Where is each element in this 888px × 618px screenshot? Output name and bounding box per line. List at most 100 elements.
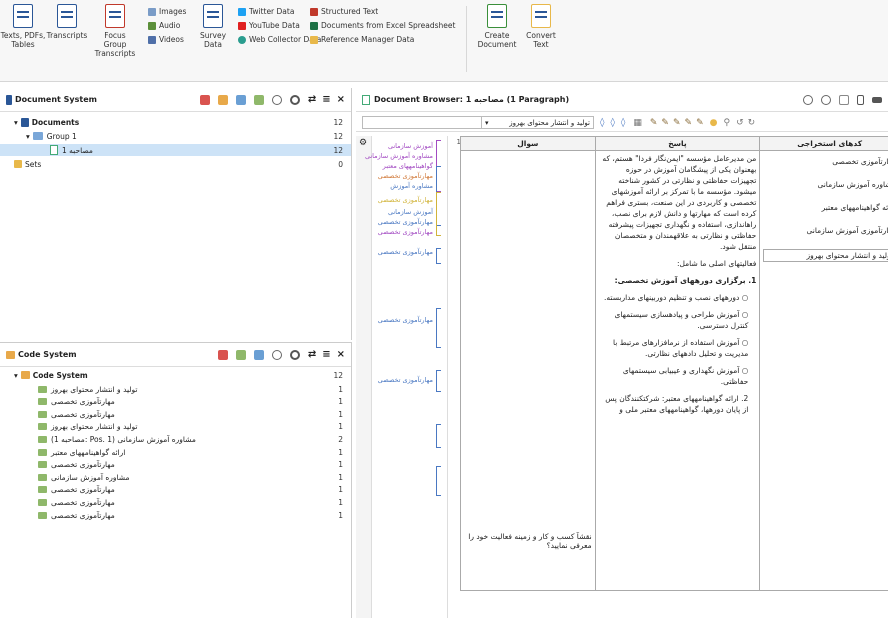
youtube-data-button[interactable]: YouTube Data: [238, 20, 300, 31]
coding-stripe[interactable]: [436, 424, 441, 448]
tree-item-group[interactable]: ▾ Group 1 12: [0, 130, 351, 142]
extracted-code-list: مهارتآموزی تخصصی مشاوره آموزش سازمانی ارائ…: [763, 153, 888, 262]
code-in-vivo-icon[interactable]: ◊: [610, 118, 614, 128]
margin-code-label[interactable]: مشاوره آموزش: [390, 182, 433, 190]
document-set-icon[interactable]: [235, 94, 246, 105]
tree-item-documents[interactable]: ▾ Documents 12: [0, 116, 351, 128]
coding-stripe[interactable]: [436, 466, 441, 496]
tree-item-sets[interactable]: Sets 0: [0, 158, 351, 170]
tree-item-interview-selected[interactable]: مصاحبه 1 12: [0, 144, 351, 156]
code-icon[interactable]: ◊: [600, 118, 604, 128]
search-icon[interactable]: [271, 349, 282, 360]
print-icon[interactable]: [839, 94, 849, 105]
close-icon[interactable]: ×: [337, 94, 345, 105]
pin-icon[interactable]: ⇄: [308, 349, 316, 360]
code-item[interactable]: تولید و انتشار محتوای بهروز 1: [0, 383, 351, 395]
menu-icon[interactable]: ≡: [322, 94, 330, 105]
code-item[interactable]: مهارتآموزی تخصصی 1: [0, 396, 351, 408]
answer-cell[interactable]: من مدیرعامل مؤسسه "ایمن‌نگار فردا" هستم،…: [594, 150, 761, 591]
reference-manager-button[interactable]: Reference Manager Data: [310, 34, 414, 45]
more-icon[interactable]: [872, 96, 882, 103]
tree-item-code-system[interactable]: ▾ Code System 12: [0, 369, 351, 381]
survey-data-button[interactable]: Survey Data: [190, 4, 236, 49]
structured-text-button[interactable]: Structured Text: [310, 6, 378, 17]
new-document-icon[interactable]: [199, 94, 210, 105]
document-system-panel: Document System ⇄ ≡ × ▾ Documents 12 ▾ G…: [0, 88, 352, 340]
transcript-icon: [57, 4, 77, 28]
document-tree: ▾ Documents 12 ▾ Group 1 12 مصاحبه 1 12 …: [0, 112, 351, 340]
coding-stripe[interactable]: [436, 370, 441, 392]
code-dropdown[interactable]: ▾ تولید و انتشار محتوای بهروز: [482, 116, 594, 129]
close-icon[interactable]: ×: [337, 349, 345, 360]
code-item[interactable]: (مصاحبه 1: Pos. 1) مشاوره آموزش سازمانی 2: [0, 433, 351, 445]
code-item[interactable]: مهارتآموزی تخصصی 1: [0, 496, 351, 508]
memo-icon[interactable]: ▦: [633, 118, 642, 128]
gear-icon[interactable]: [289, 349, 300, 360]
highlight-pen-icon[interactable]: ✎: [685, 118, 693, 128]
search-icon[interactable]: [803, 94, 813, 105]
search-icon[interactable]: [271, 94, 282, 105]
audio-button[interactable]: Audio: [148, 20, 180, 31]
margin-code-label[interactable]: گواهینامههای معتبر: [383, 162, 433, 170]
color-code-icon[interactable]: ●: [710, 118, 718, 128]
coding-stripe[interactable]: [436, 308, 441, 348]
margin-settings-icon[interactable]: ⚙: [359, 138, 371, 148]
activate-icon[interactable]: [253, 94, 264, 105]
margin-code-label[interactable]: مهارتآموزی تخصصی: [378, 228, 433, 236]
question-cell[interactable]: نقشآ کسب و کار و زمینه فعالیت خود را معر…: [460, 150, 596, 591]
menu-icon[interactable]: ≡: [322, 349, 330, 360]
code-item[interactable]: مهارتآموزی تخصصی 1: [0, 484, 351, 496]
code-item[interactable]: مهارتآموزی تخصصی 1: [0, 509, 351, 521]
code-item[interactable]: ارائه گواهینامههای معتبر 1: [0, 446, 351, 458]
extracted-codes-cell[interactable]: مهارتآموزی تخصصی مشاوره آموزش سازمانی ارائ…: [759, 150, 888, 591]
focus-group-button[interactable]: Focus Group Transcripts: [92, 4, 138, 58]
create-document-button[interactable]: Create Document: [474, 4, 520, 49]
split-view-icon[interactable]: [857, 94, 864, 105]
code-item[interactable]: مهارتآموزی تخصصی 1: [0, 459, 351, 471]
highlight-pen-icon[interactable]: ✎: [650, 118, 658, 128]
extracted-code: مهارتآموزی تخصصی: [832, 157, 888, 166]
new-code-icon[interactable]: [217, 349, 228, 360]
code-item[interactable]: مشاوره آموزش سازمانی 1: [0, 471, 351, 483]
images-button[interactable]: Images: [148, 6, 186, 17]
highlight-pen-icon[interactable]: ✎: [696, 118, 704, 128]
margin-code-label[interactable]: مهارتآموزی تخصصی: [378, 316, 433, 324]
document-content[interactable]: سوال پاسخ کدهای استخراجی نقشآ کسب و کار …: [460, 136, 888, 618]
code-set-icon[interactable]: [235, 349, 246, 360]
code-item[interactable]: تولید و انتشار محتوای بهروز 1: [0, 421, 351, 433]
convert-text-button[interactable]: Convert Text: [518, 4, 564, 49]
emoticode-icon[interactable]: ⚲: [723, 118, 730, 128]
excel-documents-button[interactable]: Documents from Excel Spreadsheet: [310, 20, 455, 31]
coding-stripe[interactable]: [436, 192, 441, 236]
import-texts-button[interactable]: Texts, PDFs, Tables: [0, 4, 46, 49]
margin-code-label[interactable]: مهارتآموزی تخصصی: [378, 196, 433, 204]
activate-icon[interactable]: [253, 349, 264, 360]
highlight-pen-icon[interactable]: ✎: [673, 118, 681, 128]
margin-code-label[interactable]: مهارتآموزی تخصصی: [378, 248, 433, 256]
import-icon[interactable]: [217, 94, 228, 105]
margin-code-label[interactable]: مشاوره آموزش سازمانی: [365, 152, 433, 160]
margin-code-label[interactable]: آموزش سازمانی: [388, 142, 433, 150]
code-icon: [38, 410, 47, 418]
margin-code-label[interactable]: آموزش سازمانی: [388, 208, 433, 216]
search-next-icon[interactable]: [821, 94, 831, 105]
web-collector-button[interactable]: Web Collector Data: [238, 34, 321, 45]
code-item[interactable]: مهارتآموزی تخصصی 1: [0, 408, 351, 420]
code-margin-header: ⚙: [356, 136, 372, 618]
margin-code-label[interactable]: مهارتآموزی تخصصی: [378, 218, 433, 226]
code-new-icon[interactable]: ◊: [621, 118, 625, 128]
column-extracted-codes: کدهای استخراجی: [759, 136, 888, 151]
twitter-data-button[interactable]: Twitter Data: [238, 6, 294, 17]
undo-icon[interactable]: ↺: [736, 118, 744, 128]
videos-button[interactable]: Videos: [148, 34, 184, 45]
code-system-icon: [6, 350, 15, 359]
margin-code-label[interactable]: مهارتآموزی تخصصی: [378, 376, 433, 384]
margin-code-label[interactable]: مهارتآموزی تخصصی: [378, 172, 433, 180]
redo-icon[interactable]: ↻: [748, 118, 756, 128]
gear-icon[interactable]: [289, 94, 300, 105]
highlight-pen-icon[interactable]: ✎: [661, 118, 669, 128]
pin-icon[interactable]: ⇄: [308, 94, 316, 105]
document-browser-panel: Document Browser: مصاحبه 1 (1 Paragraph)…: [356, 88, 888, 618]
coding-stripe[interactable]: [436, 248, 441, 264]
transcripts-button[interactable]: Transcripts: [44, 4, 90, 40]
